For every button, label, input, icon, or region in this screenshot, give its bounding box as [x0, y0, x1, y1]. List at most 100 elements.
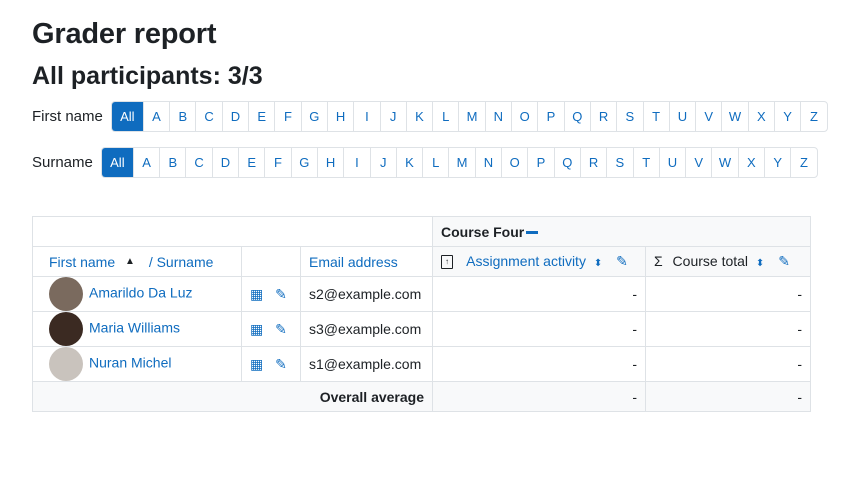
first-name-initial-l[interactable]: L	[432, 102, 458, 131]
surname-initial-g[interactable]: G	[290, 148, 317, 177]
avatar[interactable]	[49, 277, 83, 311]
sort-icon[interactable]: ⬍	[756, 258, 764, 269]
avatar[interactable]	[49, 347, 83, 381]
user-name-link[interactable]: Maria Williams	[89, 320, 180, 336]
assignment-grade-cell[interactable]: -	[432, 346, 646, 382]
first-name-initial-d[interactable]: D	[221, 102, 248, 131]
surname-initial-n[interactable]: N	[474, 148, 501, 177]
grid-icon[interactable]: ▦	[250, 286, 263, 302]
first-name-initial-b[interactable]: B	[169, 102, 195, 131]
course-total-cell: -	[645, 311, 811, 347]
column-header-row: First name ▲ / Surname Email address ↑ A…	[32, 246, 811, 277]
avatar[interactable]	[49, 312, 83, 346]
surname-initial-z[interactable]: Z	[790, 148, 816, 177]
grader-table: Course Four First name ▲ / Surname Email…	[32, 216, 811, 412]
first-name-initial-g[interactable]: G	[300, 102, 327, 131]
sort-email-link[interactable]: Email address	[309, 254, 398, 270]
surname-initial-l[interactable]: L	[422, 148, 448, 177]
first-name-initial-c[interactable]: C	[195, 102, 221, 131]
course-total-cell: -	[645, 346, 811, 382]
first-name-initial-h[interactable]: H	[326, 102, 353, 131]
sort-first-name-link[interactable]: First name	[49, 254, 115, 270]
surname-initial-q[interactable]: Q	[553, 148, 580, 177]
first-name-initial-e[interactable]: E	[248, 102, 274, 131]
course-total-label: Course total	[672, 253, 749, 269]
surname-initial-c[interactable]: C	[185, 148, 211, 177]
actions-header	[241, 246, 301, 277]
surname-initial-k[interactable]: K	[395, 148, 422, 177]
surname-initial-x[interactable]: X	[737, 148, 764, 177]
first-name-initial-k[interactable]: K	[405, 102, 432, 131]
surname-initial-e[interactable]: E	[238, 148, 264, 177]
user-actions-cell: ▦ ✎	[241, 276, 301, 312]
first-name-initial-o[interactable]: O	[511, 102, 537, 131]
surname-filter-label: Surname	[32, 154, 93, 171]
first-name-initial-p[interactable]: P	[537, 102, 563, 131]
assignment-grade-cell[interactable]: -	[432, 311, 646, 347]
surname-initial-f[interactable]: F	[264, 148, 290, 177]
edit-pencil-icon[interactable]: ✎	[275, 321, 287, 337]
overall-average-total: -	[645, 381, 811, 412]
first-name-initial-i[interactable]: I	[353, 102, 379, 131]
surname-initial-j[interactable]: J	[369, 148, 396, 177]
surname-initial-h[interactable]: H	[316, 148, 343, 177]
surname-initial-b[interactable]: B	[159, 148, 185, 177]
user-name-link[interactable]: Amarildo Da Luz	[89, 285, 193, 301]
table-row: Nuran Michel ▦ ✎ s1@example.com - -	[32, 346, 811, 382]
first-name-initial-t[interactable]: T	[642, 102, 669, 131]
first-name-initial-n[interactable]: N	[484, 102, 511, 131]
first-name-filter-label: First name	[32, 108, 103, 125]
assignment-icon: ↑	[441, 255, 453, 270]
sort-icon[interactable]: ⬍	[594, 258, 602, 269]
user-actions-cell: ▦ ✎	[241, 346, 301, 382]
table-row: Maria Williams ▦ ✎ s3@example.com - -	[32, 311, 811, 347]
surname-initial-u[interactable]: U	[658, 148, 685, 177]
first-name-initial-s[interactable]: S	[616, 102, 642, 131]
surname-initial-w[interactable]: W	[711, 148, 737, 177]
first-name-initial-w[interactable]: W	[721, 102, 747, 131]
assignment-header: ↑ Assignment activity ⬍ ✎	[432, 246, 646, 277]
assignment-grade-cell[interactable]: -	[432, 276, 646, 312]
edit-pencil-icon[interactable]: ✎	[616, 253, 628, 269]
surname-initial-a[interactable]: A	[132, 148, 159, 177]
first-name-initial-u[interactable]: U	[668, 102, 695, 131]
sort-surname-link[interactable]: / Surname	[149, 254, 214, 270]
grid-icon[interactable]: ▦	[250, 321, 263, 337]
email-header: Email address	[300, 246, 433, 277]
first-name-initial-x[interactable]: X	[747, 102, 774, 131]
first-name-initial-z[interactable]: Z	[800, 102, 826, 131]
first-name-initial-r[interactable]: R	[589, 102, 616, 131]
first-name-initial-q[interactable]: Q	[563, 102, 590, 131]
edit-pencil-icon[interactable]: ✎	[275, 356, 287, 372]
user-cell: Amarildo Da Luz	[32, 276, 242, 312]
first-name-initial-j[interactable]: J	[379, 102, 406, 131]
first-name-initial-f[interactable]: F	[274, 102, 300, 131]
surname-initial-m[interactable]: M	[448, 148, 474, 177]
surname-initial-all[interactable]: All	[101, 148, 133, 177]
grid-icon[interactable]: ▦	[250, 356, 263, 372]
first-name-initial-all[interactable]: All	[111, 102, 143, 131]
surname-initial-t[interactable]: T	[632, 148, 659, 177]
surname-initial-y[interactable]: Y	[764, 148, 790, 177]
surname-initial-i[interactable]: I	[343, 148, 369, 177]
first-name-initial-a[interactable]: A	[142, 102, 169, 131]
page-title: Grader report	[32, 18, 217, 50]
edit-pencil-icon[interactable]: ✎	[275, 286, 287, 302]
surname-initial-r[interactable]: R	[579, 148, 606, 177]
surname-initial-p[interactable]: P	[527, 148, 553, 177]
first-name-initials-bar: All A B C D E F G H I J K L M N O P Q R S T U V W X Y Z	[110, 101, 828, 132]
assignment-activity-link[interactable]: Assignment activity	[466, 253, 586, 269]
first-name-initial-m[interactable]: M	[458, 102, 484, 131]
surname-initial-o[interactable]: O	[501, 148, 527, 177]
surname-initial-s[interactable]: S	[606, 148, 632, 177]
collapse-icon[interactable]	[526, 231, 539, 235]
user-name-link[interactable]: Nuran Michel	[89, 355, 171, 371]
surname-initials-bar: All A B C D E F G H I J K L M N O P Q R S T U V W X Y Z	[100, 147, 818, 178]
edit-pencil-icon[interactable]: ✎	[778, 253, 790, 269]
surname-initial-v[interactable]: V	[685, 148, 711, 177]
first-name-initial-v[interactable]: V	[695, 102, 721, 131]
first-name-initial-y[interactable]: Y	[773, 102, 800, 131]
user-actions-cell: ▦ ✎	[241, 311, 301, 347]
surname-initial-d[interactable]: D	[211, 148, 238, 177]
course-header-spacer	[32, 216, 433, 247]
